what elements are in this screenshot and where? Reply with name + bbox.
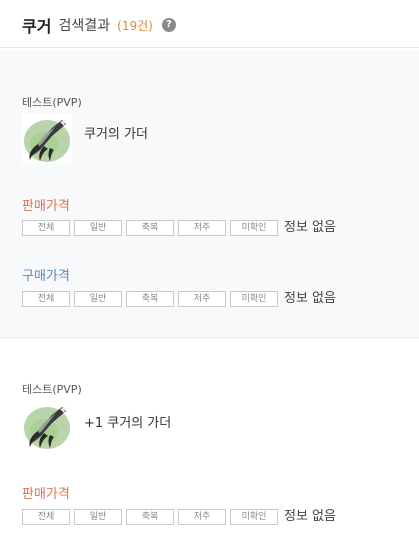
filter-cursed-tag[interactable]: 저주 [178,220,226,236]
filter-normal-tag[interactable]: 일반 [74,509,122,525]
filter-cursed-tag[interactable]: 저주 [178,291,226,307]
filter-all-tag[interactable]: 전체 [22,220,70,236]
filter-all-tag[interactable]: 전체 [22,509,70,525]
server-label: 테스트(PVP) [22,96,82,109]
filter-unidentified-tag[interactable]: 미확인 [230,220,278,236]
help-icon[interactable]: ? [161,18,176,32]
filter-unidentified-tag[interactable]: 미확인 [230,509,278,525]
claw-weapon-icon [22,114,72,164]
buy-status: 정보 없음 [284,291,336,306]
filter-normal-tag[interactable]: 일반 [74,291,122,307]
item-name[interactable]: +1 쿠거의 가더 [84,412,171,431]
filter-unidentified-tag[interactable]: 미확인 [230,291,278,307]
sell-status: 정보 없음 [284,509,336,524]
server-label: 테스트(PVP) [22,383,82,396]
filter-cursed-tag[interactable]: 저주 [178,509,226,525]
search-result-title: 검색결과 [58,18,111,34]
filter-normal-tag[interactable]: 일반 [74,220,122,236]
item-name[interactable]: 쿠거의 가더 [84,123,148,142]
filter-all-tag[interactable]: 전체 [22,291,70,307]
sell-price-title: 판매가격 [22,487,70,502]
result-card[interactable]: 테스트(PVP) +1 쿠거의 가더 판매가격 전체 일반 축복 저주 미확인 정보 없음 [0,339,419,549]
buy-price-title: 구매가격 [22,269,70,284]
result-card[interactable]: 테스트(PVP) 쿠거의 가더 판매가격 전체 일반 축복 저주 미확인 정보 없음 구매… [0,50,419,338]
sell-price-title: 판매가격 [22,199,70,214]
filter-blessed-tag[interactable]: 축복 [126,220,174,236]
sell-filter-row: 전체 일반 축복 저주 미확인 정보 없음 [22,509,336,525]
sell-status: 정보 없음 [284,220,336,235]
filter-blessed-tag[interactable]: 축복 [126,291,174,307]
filter-blessed-tag[interactable]: 축복 [126,509,174,525]
search-query: 쿠거 [22,17,52,36]
result-count: (19건) [117,18,153,33]
claw-weapon-icon [22,401,72,451]
search-header: 쿠거 검색결과 (19건) ? [0,0,419,48]
buy-filter-row: 전체 일반 축복 저주 미확인 정보 없음 [22,291,336,307]
sell-filter-row: 전체 일반 축복 저주 미확인 정보 없음 [22,220,336,236]
